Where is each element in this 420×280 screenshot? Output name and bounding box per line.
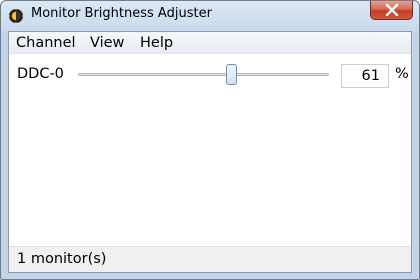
close-icon [385, 4, 399, 16]
menu-help[interactable]: Help [140, 35, 173, 51]
menu-view[interactable]: View [90, 35, 124, 51]
monitor-label: DDC-0 [17, 66, 64, 82]
percent-unit: % [395, 66, 409, 82]
brightness-slider-track[interactable] [78, 73, 329, 76]
window-title: Monitor Brightness Adjuster [31, 6, 212, 21]
menu-bar: Channel View Help [9, 32, 411, 54]
monitor-brightness-icon [8, 8, 24, 24]
app-window: Monitor Brightness Adjuster Channel View… [0, 0, 420, 280]
status-text: 1 monitor(s) [17, 251, 107, 267]
brightness-slider-thumb[interactable] [225, 64, 237, 85]
brightness-value-field[interactable]: 61 [341, 64, 389, 88]
close-button[interactable] [370, 1, 413, 20]
title-bar[interactable]: Monitor Brightness Adjuster [1, 1, 419, 31]
menu-channel[interactable]: Channel [16, 35, 76, 51]
status-bar: 1 monitor(s) [9, 246, 411, 272]
client-area: Channel View Help DDC-0 61 % 1 monitor(s… [8, 31, 412, 273]
